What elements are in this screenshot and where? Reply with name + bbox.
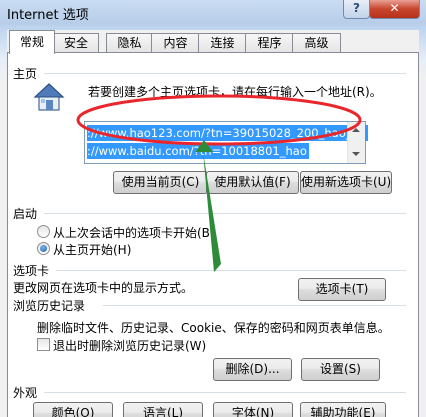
accessibility-button[interactable]: 辅助功能(E): [300, 402, 386, 417]
divider: [56, 270, 406, 271]
window-title: Internet 选项: [7, 8, 89, 23]
divider: [44, 73, 406, 74]
close-button[interactable]: ✕: [369, 0, 420, 19]
home-icon: [33, 83, 65, 111]
url-line-1: ://www.hao123.com/?tn=39015028_200_hao_p…: [87, 125, 369, 141]
startup-group-label: 启动: [13, 207, 38, 221]
divider: [44, 213, 406, 214]
use-new-tab-button[interactable]: 使用新选项卡(U): [300, 171, 392, 194]
scroll-up-icon[interactable]: [352, 128, 360, 132]
radio-start-last-session-label: 从上次会话中的选项卡开始(B): [53, 226, 215, 240]
homepage-group-label: 主页: [13, 67, 38, 81]
tab-general[interactable]: 常规: [9, 30, 55, 54]
radio-start-last-session[interactable]: [37, 225, 50, 238]
internet-options-dialog: Internet 选项 ? ✕ 常规 安全 隐私 内容 连接 程序 高级 主页 …: [0, 0, 426, 417]
delete-on-exit-checkbox[interactable]: [37, 338, 50, 351]
tab-strip: 常规 安全 隐私 内容 连接 程序 高级: [7, 30, 419, 54]
textarea-scrollbar[interactable]: [347, 122, 365, 163]
divider: [44, 392, 406, 393]
help-button[interactable]: ?: [343, 0, 370, 19]
tabs-settings-button[interactable]: 选项卡(T): [298, 278, 386, 301]
use-default-button[interactable]: 使用默认值(F): [206, 171, 299, 194]
tab-privacy[interactable]: 隐私: [106, 33, 153, 53]
radio-start-homepage-label: 从主页开始(H): [53, 243, 132, 257]
tab-programs[interactable]: 程序: [245, 33, 294, 53]
colors-button[interactable]: 颜色(O): [33, 402, 113, 417]
dialog-client: 常规 安全 隐私 内容 连接 程序 高级 主页 若要创建多个主页选项卡，请在每行…: [7, 30, 419, 417]
tab-security[interactable]: 安全: [53, 33, 99, 53]
use-current-button[interactable]: 使用当前页(C): [113, 171, 208, 194]
appearance-group-label: 外观: [13, 386, 38, 400]
general-tab-panel: 主页 若要创建多个主页选项卡，请在每行输入一个地址(R)。 ://www.hao…: [7, 52, 419, 417]
homepage-hint: 若要创建多个主页选项卡，请在每行输入一个地址(R)。: [88, 85, 382, 99]
languages-button[interactable]: 语言(L): [123, 402, 203, 417]
title-bar: Internet 选项 ? ✕: [0, 0, 426, 26]
tabs-description: 更改网页在选项卡中的显示方式。: [13, 281, 194, 295]
history-group-label: 浏览历史记录: [13, 299, 86, 313]
delete-on-exit-label: 退出时删除浏览历史记录(W): [53, 339, 207, 353]
history-settings-button[interactable]: 设置(S): [301, 358, 380, 381]
radio-start-homepage[interactable]: [37, 242, 50, 255]
tab-connections[interactable]: 连接: [198, 33, 247, 53]
delete-history-button[interactable]: 删除(D)...: [213, 358, 292, 381]
homepage-url-textarea[interactable]: ://www.hao123.com/?tn=39015028_200_hao_p…: [84, 121, 369, 164]
tab-advanced[interactable]: 高级: [292, 33, 341, 53]
fonts-button[interactable]: 字体(N): [213, 402, 293, 417]
tab-content[interactable]: 内容: [151, 33, 200, 53]
history-description: 删除临时文件、历史记录、Cookie、保存的密码和网页表单信息。: [37, 321, 390, 335]
url-line-2: ://www.baidu.com/?tn=10018801_hao: [87, 143, 309, 159]
divider: [103, 305, 406, 306]
scroll-down-icon[interactable]: [352, 152, 360, 156]
tabs-group-label: 选项卡: [13, 264, 50, 278]
